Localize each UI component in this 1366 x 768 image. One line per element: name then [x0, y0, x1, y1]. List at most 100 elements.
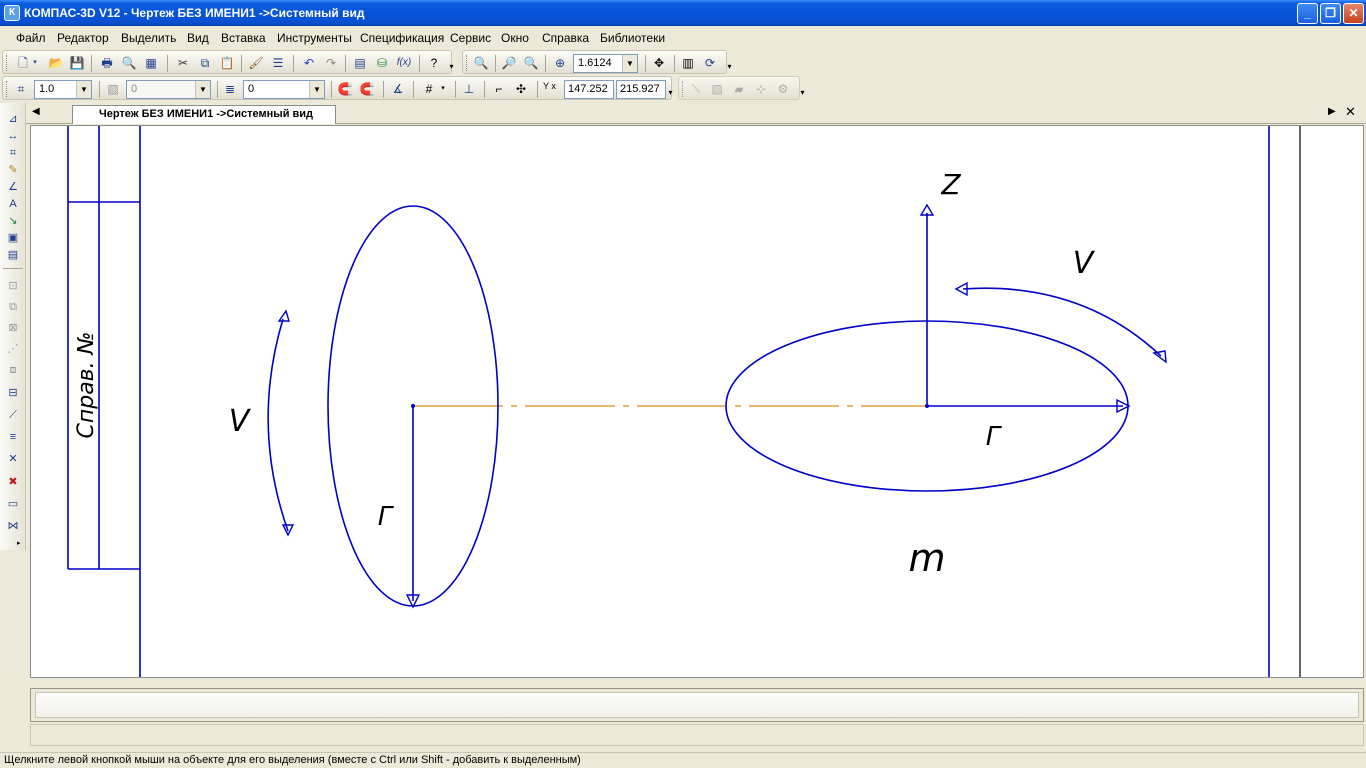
toolbar-overflow-chevron-icon[interactable]: ▾ [666, 78, 675, 98]
library-manager-icon[interactable]: ⛁ [374, 55, 390, 71]
menu-specification[interactable]: Спецификация [360, 31, 444, 45]
zoom-scale-icon[interactable]: ⊕ [552, 55, 568, 71]
style-combo[interactable]: 0 ▼ [243, 80, 325, 99]
refresh-view-icon[interactable]: ▥ [680, 55, 696, 71]
cursor-step-combo[interactable]: 1.0 ▼ [34, 80, 92, 99]
spec-icon[interactable]: ▣ [5, 230, 21, 246]
param-disabled-4-icon[interactable]: ⋰ [5, 341, 21, 357]
combo-dropdown-icon[interactable]: ▼ [195, 81, 210, 98]
menu-libraries[interactable]: Библиотеки [600, 31, 665, 45]
print-preview-icon[interactable]: 🔍 [121, 55, 137, 71]
local-coordinate-system-icon[interactable]: ⊥ [461, 81, 477, 97]
perpendicular-icon[interactable]: ✕ [5, 451, 21, 467]
angle-icon[interactable]: ∡ [390, 81, 406, 97]
zoom-window-icon[interactable]: 🔍 [473, 55, 489, 71]
drawing-svg[interactable]: Справ. № V Г Z V Г m [31, 126, 1364, 678]
local-snap-icon[interactable]: 🧲 [359, 81, 375, 97]
new-document-icon[interactable]: 🗋 [15, 55, 31, 71]
cut-icon[interactable]: ✂ [175, 55, 191, 71]
param-disabled-1-icon[interactable]: ⊡ [5, 278, 21, 294]
variables-fx-icon[interactable]: f(x) [396, 55, 412, 71]
line-style-icon[interactable]: ⟍ [688, 81, 704, 97]
menu-view[interactable]: Вид [187, 31, 209, 45]
help-pointer-icon[interactable]: ? [426, 55, 442, 71]
manager-icon[interactable]: ▤ [352, 55, 368, 71]
geometry-icon[interactable]: ⊿ [5, 111, 21, 127]
save-icon[interactable]: 💾 [69, 55, 85, 71]
zoom-scale-combo[interactable]: 1.6124 ▼ [573, 54, 638, 73]
toolbar-overflow-chevron-icon[interactable]: ▾ [725, 52, 734, 72]
redo-icon[interactable]: ↷ [323, 55, 339, 71]
align-icon[interactable]: ⟋ [5, 407, 21, 423]
menu-select[interactable]: Выделить [121, 31, 176, 45]
layer-combo[interactable]: 0 ▼ [126, 80, 211, 99]
symbol-icon[interactable]: ⊹ [753, 81, 769, 97]
parametrization-icon[interactable]: ∠ [5, 179, 21, 195]
preview-pages-icon[interactable]: ▦ [143, 55, 159, 71]
menu-window[interactable]: Окно [501, 31, 529, 45]
param-disabled-5-icon[interactable]: ⧈ [5, 362, 21, 378]
tab-close-icon[interactable]: ✕ [1345, 104, 1356, 120]
close-button[interactable]: ✕ [1343, 3, 1364, 24]
toolbar-grip[interactable] [466, 55, 469, 71]
fix-icon[interactable]: ▭ [5, 496, 21, 512]
menu-insert[interactable]: Вставка [221, 31, 266, 45]
select-icon[interactable]: ↘ [5, 213, 21, 229]
panel-expand-icon[interactable]: ▸ [17, 539, 21, 547]
hatch-icon[interactable]: ▨ [709, 81, 725, 97]
menu-service[interactable]: Сервис [450, 31, 491, 45]
snap-magnet-icon[interactable]: 🧲 [337, 81, 353, 97]
toolbar-grip[interactable] [6, 55, 9, 71]
attributes-icon[interactable]: ⚙ [775, 81, 791, 97]
tab-scroll-right-icon[interactable]: ▶ [1328, 106, 1336, 117]
copy-icon[interactable]: ⧉ [197, 55, 213, 71]
combo-dropdown-icon[interactable]: ▼ [622, 55, 637, 72]
round-coordinates-icon[interactable]: ✣ [513, 81, 529, 97]
properties-list-icon[interactable]: ☰ [270, 55, 286, 71]
paste-icon[interactable]: 📋 [219, 55, 235, 71]
fill-icon[interactable]: ▰ [731, 81, 747, 97]
collinear-icon[interactable]: ⋈ [5, 518, 21, 534]
layer-state-icon[interactable]: ▧ [105, 81, 121, 97]
zoom-out-icon[interactable]: 🔍 [523, 55, 539, 71]
new-dropdown-arrow-icon[interactable]: ▾ [31, 55, 39, 71]
horizontal-icon[interactable]: ⊟ [5, 385, 21, 401]
menu-file[interactable]: Файл [16, 31, 46, 45]
pan-move-icon[interactable]: ✥ [651, 55, 667, 71]
print-icon[interactable]: 🖶 [99, 55, 115, 71]
layers-icon[interactable]: ≣ [222, 81, 238, 97]
menu-editor[interactable]: Редактор [57, 31, 109, 45]
minimize-button[interactable]: _ [1297, 3, 1318, 24]
grid-icon[interactable]: # [421, 81, 437, 97]
combo-dropdown-icon[interactable]: ▼ [309, 81, 324, 98]
delete-constraint-icon[interactable]: ✖ [5, 474, 21, 490]
menu-tools[interactable]: Инструменты [277, 31, 352, 45]
toolbar-grip[interactable] [682, 81, 685, 97]
open-folder-icon[interactable]: 📂 [48, 55, 64, 71]
zoom-in-icon[interactable]: 🔎 [501, 55, 517, 71]
param-disabled-2-icon[interactable]: ⧉ [5, 299, 21, 315]
parallel-icon[interactable]: ≡ [5, 429, 21, 445]
designations-icon[interactable]: ⌗ [5, 145, 21, 161]
reports-icon[interactable]: ▤ [5, 247, 21, 263]
edit-icon[interactable]: ✎ [5, 162, 21, 178]
param-disabled-3-icon[interactable]: ⊠ [5, 320, 21, 336]
coord-x-field[interactable]: 147.252 [564, 80, 614, 99]
measure-icon[interactable]: A [5, 196, 21, 212]
regenerate-icon[interactable]: ⟳ [702, 55, 718, 71]
toolbar-overflow-chevron-icon[interactable]: ▾ [798, 78, 807, 98]
coord-y-field[interactable]: 215.927 [616, 80, 666, 99]
dimensions-icon[interactable]: ↔ [5, 128, 21, 144]
undo-icon[interactable]: ↶ [301, 55, 317, 71]
orthogonal-mode-icon[interactable]: ⌐ [491, 81, 507, 97]
restore-button[interactable]: ❐ [1320, 3, 1341, 24]
format-brush-icon[interactable]: 🖌 [248, 55, 264, 71]
combo-dropdown-icon[interactable]: ▼ [76, 81, 91, 98]
toolbar-overflow-chevron-icon[interactable]: ▾ [447, 52, 456, 72]
menu-help[interactable]: Справка [542, 31, 589, 45]
toolbar-grip[interactable] [6, 81, 9, 97]
tab-drawing-document[interactable]: Чертеж БЕЗ ИМЕНИ1 ->Системный вид [72, 105, 336, 124]
drawing-canvas[interactable]: Справ. № V Г Z V Г m [30, 125, 1364, 678]
tab-scroll-left-icon[interactable]: ◀ [32, 106, 40, 117]
grid-dropdown-arrow-icon[interactable]: ▾ [439, 81, 447, 97]
